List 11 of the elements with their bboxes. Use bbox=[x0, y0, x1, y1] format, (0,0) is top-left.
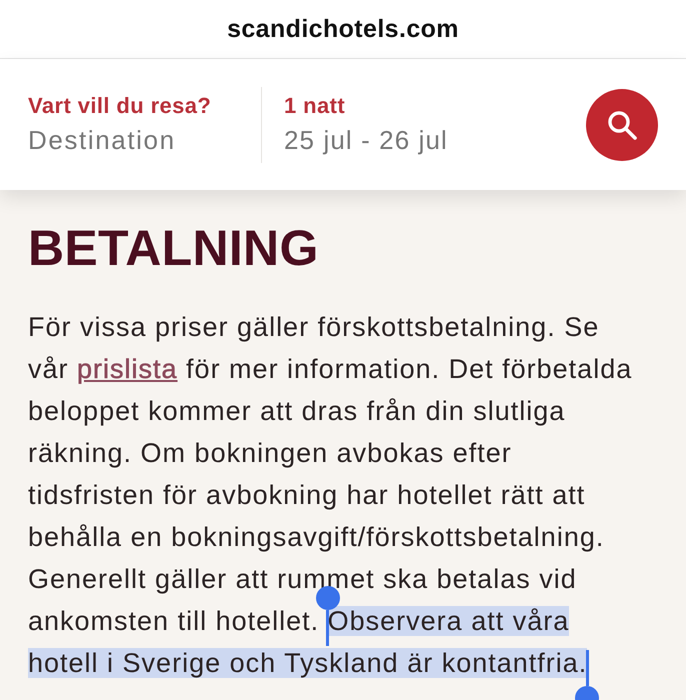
section-heading: BETALNING bbox=[28, 220, 320, 276]
price-list-link[interactable]: prislista bbox=[77, 354, 178, 384]
selected-text-highlight: Observera att våra bbox=[328, 606, 570, 636]
selected-text-highlight: hotell i Sverige och Tyskland är kontantfria. bbox=[28, 648, 588, 678]
search-icon bbox=[607, 110, 637, 140]
date-range-field[interactable]: 25 jul - 26 jul bbox=[284, 124, 448, 156]
nights-label: 1 natt bbox=[284, 92, 346, 118]
body-paragraph: För vissa priser gäller förskottsbetalning. Se vår prislista för mer information. Det förbetalda beloppet kommer att dras från din slutliga räkning. Om bokningen avbokas efter tidsfristen för avbokning har hotellet rätt att behålla en bokningsavgift/förskottsbetalning. Generellt gäller att rummet ska betalas vid ankomsten till hotellet. Observera att våra hotell i Sverige och Tyskland är kontantfria. bbox=[28, 306, 640, 684]
destination-label: Vart vill du resa? bbox=[28, 92, 212, 118]
destination-field[interactable]: Destination bbox=[28, 124, 228, 156]
address-bar-url[interactable]: scandichotels.com bbox=[227, 14, 459, 44]
